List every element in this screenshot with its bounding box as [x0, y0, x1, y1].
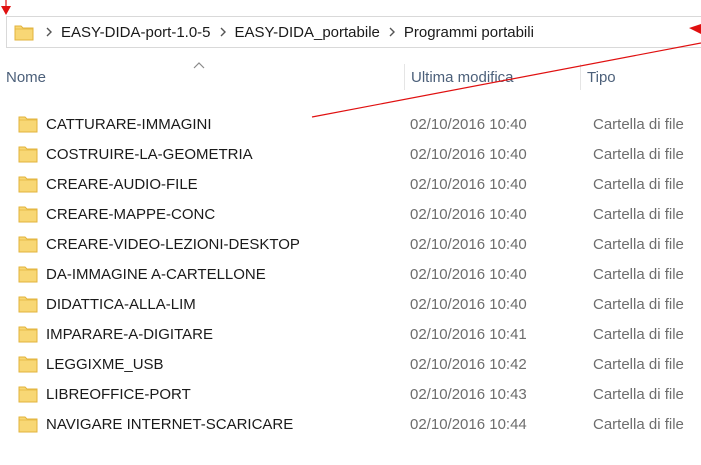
table-row[interactable]: NAVIGARE INTERNET-SCARICARE 02/10/2016 10… [0, 409, 701, 439]
file-name[interactable]: NAVIGARE INTERNET-SCARICARE [46, 416, 293, 433]
file-type: Cartella di file [593, 355, 684, 373]
file-type: Cartella di file [593, 115, 684, 133]
folder-icon [18, 325, 38, 343]
table-row[interactable]: DA-IMMAGINE A-CARTELLONE 02/10/2016 10:40… [0, 259, 701, 289]
file-type: Cartella di file [593, 325, 684, 343]
file-name[interactable]: COSTRUIRE-LA-GEOMETRIA [46, 146, 253, 163]
column-headers: Nome Ultima modifica Tipo [0, 54, 701, 96]
file-name[interactable]: CREARE-VIDEO-LEZIONI-DESKTOP [46, 236, 300, 253]
file-name[interactable]: IMPARARE-A-DIGITARE [46, 326, 213, 343]
file-name[interactable]: LIBREOFFICE-PORT [46, 386, 191, 403]
table-row[interactable]: DIDATTICA-ALLA-LIM 02/10/2016 10:40 Cartel… [0, 289, 701, 319]
file-name[interactable]: CREARE-AUDIO-FILE [46, 176, 198, 193]
table-row[interactable]: IMPARARE-A-DIGITARE 02/10/2016 10:41 Carte… [0, 319, 701, 349]
folder-icon [18, 205, 38, 223]
file-modified: 02/10/2016 10:40 [410, 145, 527, 163]
file-modified: 02/10/2016 10:40 [410, 235, 527, 253]
file-type: Cartella di file [593, 265, 684, 283]
breadcrumb-item[interactable]: EASY-DIDA_portabile [235, 24, 380, 41]
table-row[interactable]: CREARE-MAPPE-CONC 02/10/2016 10:40 Cartell… [0, 199, 701, 229]
folder-icon [18, 355, 38, 373]
folder-icon [18, 115, 38, 133]
file-name[interactable]: LEGGIXME_USB [46, 356, 164, 373]
sort-up-caret-icon [193, 56, 205, 69]
folder-icon [18, 265, 38, 283]
file-type: Cartella di file [593, 415, 684, 433]
chevron-right-icon[interactable] [388, 27, 396, 37]
folder-icon [18, 295, 38, 313]
chevron-right-icon[interactable] [45, 27, 53, 37]
file-modified: 02/10/2016 10:40 [410, 205, 527, 223]
file-modified: 02/10/2016 10:40 [410, 175, 527, 193]
folder-icon [11, 17, 37, 47]
file-type: Cartella di file [593, 235, 684, 253]
column-header-name[interactable]: Nome [0, 64, 404, 90]
table-row[interactable]: LIBREOFFICE-PORT 02/10/2016 10:43 Cartella… [0, 379, 701, 409]
file-modified: 02/10/2016 10:43 [410, 385, 527, 403]
file-name[interactable]: DA-IMMAGINE A-CARTELLONE [46, 266, 266, 283]
file-name[interactable]: CATTURARE-IMMAGINI [46, 116, 212, 133]
file-modified: 02/10/2016 10:40 [410, 295, 527, 313]
address-bar[interactable]: EASY-DIDA-port-1.0-5 EASY-DIDA_portabile… [6, 16, 701, 48]
folder-icon [18, 175, 38, 193]
file-type: Cartella di file [593, 175, 684, 193]
file-type: Cartella di file [593, 385, 684, 403]
table-row[interactable]: CREARE-VIDEO-LEZIONI-DESKTOP 02/10/2016 1… [0, 229, 701, 259]
file-type: Cartella di file [593, 205, 684, 223]
table-row[interactable]: COSTRUIRE-LA-GEOMETRIA 02/10/2016 10:40 Ca… [0, 139, 701, 169]
file-explorer-window: EASY-DIDA-port-1.0-5 EASY-DIDA_portabile… [0, 0, 701, 465]
file-modified: 02/10/2016 10:41 [410, 325, 527, 343]
column-header-modified[interactable]: Ultima modifica [404, 64, 580, 90]
table-row[interactable]: LEGGIXME_USB 02/10/2016 10:42 Cartella di … [0, 349, 701, 379]
folder-icon [18, 385, 38, 403]
file-modified: 02/10/2016 10:40 [410, 265, 527, 283]
breadcrumb-item[interactable]: EASY-DIDA-port-1.0-5 [61, 24, 211, 41]
file-name[interactable]: DIDATTICA-ALLA-LIM [46, 296, 196, 313]
file-type: Cartella di file [593, 145, 684, 163]
file-modified: 02/10/2016 10:44 [410, 415, 527, 433]
file-modified: 02/10/2016 10:42 [410, 355, 527, 373]
file-name[interactable]: CREARE-MAPPE-CONC [46, 206, 215, 223]
breadcrumb-item[interactable]: Programmi portabili [404, 24, 534, 41]
file-modified: 02/10/2016 10:40 [410, 115, 527, 133]
table-row[interactable]: CREARE-AUDIO-FILE 02/10/2016 10:40 Cartell… [0, 169, 701, 199]
file-list: CATTURARE-IMMAGINI 02/10/2016 10:40 Cartel… [0, 109, 701, 439]
folder-icon [18, 415, 38, 433]
folder-icon [18, 235, 38, 253]
chevron-right-icon[interactable] [219, 27, 227, 37]
column-header-type[interactable]: Tipo [580, 64, 701, 90]
file-type: Cartella di file [593, 295, 684, 313]
table-row[interactable]: CATTURARE-IMMAGINI 02/10/2016 10:40 Cartel… [0, 109, 701, 139]
folder-icon [18, 145, 38, 163]
